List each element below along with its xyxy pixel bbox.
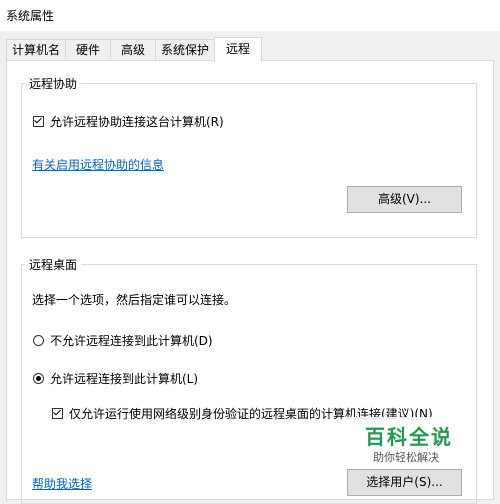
title-bar: 系统属性 <box>0 0 500 31</box>
remote-assistance-group-title: 远程协助 <box>25 75 82 92</box>
help-me-choose-link[interactable]: 帮助我选择 <box>32 475 92 492</box>
tab-hardware[interactable]: 硬件 <box>65 39 111 60</box>
tab-strip: 计算机名 硬件 高级 系统保护 远程 <box>6 37 494 62</box>
remote-assistance-info-link[interactable]: 有关启用远程协助的信息 <box>32 156 164 173</box>
allow-remote-label[interactable]: 允许远程连接到此计算机(L) <box>50 370 198 387</box>
tab-remote[interactable]: 远程 <box>214 37 262 62</box>
remote-desktop-group-title: 远程桌面 <box>25 256 82 273</box>
tab-computer-name[interactable]: 计算机名 <box>6 39 66 60</box>
advanced-button[interactable]: 高级(V)... <box>347 186 462 213</box>
disallow-remote-label[interactable]: 不允许远程连接到此计算机(D) <box>50 332 213 349</box>
checkmark-icon <box>53 407 61 416</box>
select-users-button[interactable]: 选择用户(S)... <box>347 469 462 496</box>
nla-only-checkbox[interactable] <box>52 407 63 419</box>
watermark-logo: 百科全说 助你轻松解决 <box>343 417 473 467</box>
window-title: 系统属性 <box>6 9 55 23</box>
watermark-subtitle: 助你轻松解决 <box>373 451 439 464</box>
watermark-title: 百科全说 <box>365 425 453 449</box>
checkmark-icon <box>34 115 42 124</box>
tab-system-protection[interactable]: 系统保护 <box>155 39 215 60</box>
disallow-remote-radio[interactable] <box>33 335 44 346</box>
tab-advanced[interactable]: 高级 <box>110 39 156 60</box>
radio-selected-dot <box>36 376 41 381</box>
allow-remote-assistance-label[interactable]: 允许远程协助连接这台计算机(R) <box>50 113 224 130</box>
remote-desktop-instruction: 选择一个选项，然后指定谁可以连接。 <box>32 293 237 307</box>
allow-remote-radio[interactable] <box>33 373 44 384</box>
allow-remote-assistance-checkbox[interactable] <box>33 115 44 127</box>
